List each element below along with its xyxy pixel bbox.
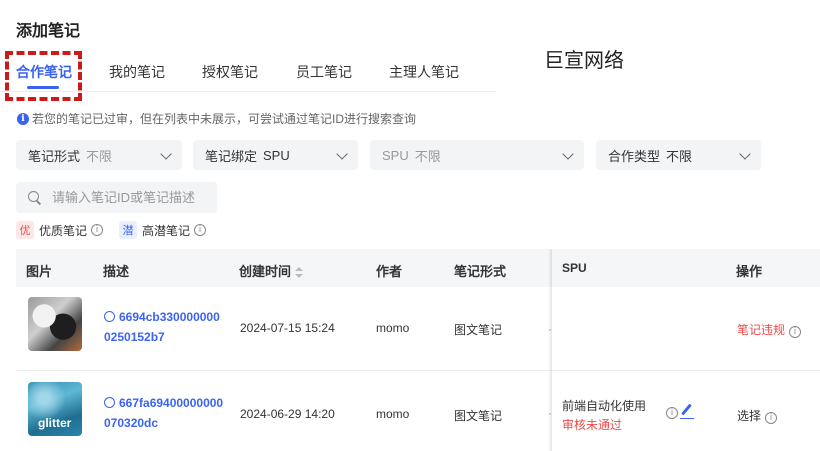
sort-icon[interactable] bbox=[295, 266, 304, 279]
filter-label: 笔记绑定 bbox=[205, 148, 258, 164]
chevron-down-icon bbox=[160, 148, 172, 160]
search-input[interactable] bbox=[52, 190, 212, 205]
notice-text: 若您的笔记已过审，但在列表中未展示，可尝试通过笔记ID进行搜索查询 bbox=[32, 112, 417, 126]
col-description: 描述 bbox=[103, 264, 130, 279]
highlight-box bbox=[5, 51, 82, 101]
search-icon bbox=[28, 190, 42, 205]
help-icon[interactable]: i bbox=[765, 412, 778, 424]
author: momo bbox=[376, 321, 410, 335]
note-id-line2: 070320dc bbox=[104, 416, 159, 430]
note-id-link[interactable]: 667fa69400000000 070320dc bbox=[104, 393, 234, 433]
filter-note-form[interactable]: 笔记形式 不限 bbox=[16, 140, 182, 170]
quality-label: 优质笔记 bbox=[39, 223, 88, 238]
filter-value: 不限 bbox=[414, 148, 441, 164]
filter-spu[interactable]: SPU 不限 bbox=[370, 140, 584, 170]
fixed-column-shadow bbox=[548, 249, 552, 451]
col-author: 作者 bbox=[376, 264, 403, 279]
truncated-cell: · bbox=[548, 322, 552, 336]
truncated-cell: · bbox=[548, 406, 552, 420]
tab-authorized-notes[interactable]: 授权笔记 bbox=[202, 62, 258, 82]
notice: i 若您的笔记已过审，但在列表中未展示，可尝试通过笔记ID进行搜索查询 bbox=[17, 110, 416, 127]
search-icon bbox=[104, 397, 115, 408]
note-thumbnail bbox=[28, 297, 82, 351]
col-action: 操作 bbox=[736, 264, 763, 279]
col-note-form: 笔记形式 bbox=[454, 264, 507, 279]
tab-employee-notes[interactable]: 员工笔记 bbox=[296, 62, 352, 82]
col-spu: SPU bbox=[562, 261, 587, 275]
help-icon[interactable]: i bbox=[91, 224, 104, 236]
select-button[interactable]: 选择 i bbox=[737, 407, 778, 424]
chevron-down-icon bbox=[739, 148, 751, 160]
note-form: 图文笔记 bbox=[454, 409, 503, 423]
chevron-down-icon bbox=[562, 148, 574, 160]
help-icon[interactable]: i bbox=[194, 224, 207, 236]
table-header: 图片 描述 创建时间 作者 笔记形式 SPU 操作 bbox=[16, 249, 820, 287]
filter-label: SPU bbox=[382, 147, 409, 163]
help-icon[interactable]: i bbox=[666, 407, 678, 419]
search-icon bbox=[104, 311, 115, 322]
filter-note-binding[interactable]: 笔记绑定 SPU bbox=[193, 140, 358, 170]
note-id-line1: 667fa69400000000 bbox=[119, 396, 224, 410]
note-thumbnail: glitter bbox=[28, 382, 82, 436]
filter-value: 不限 bbox=[86, 148, 113, 164]
page-title: 添加笔记 bbox=[16, 23, 81, 40]
created-time: 2024-06-29 14:20 bbox=[240, 407, 335, 421]
note-id-line2: 0250152b7 bbox=[104, 330, 165, 344]
filter-value: 不限 bbox=[666, 148, 693, 164]
table-row: 6694cb330000000 0250152b7 2024-07-15 15:… bbox=[16, 287, 820, 371]
help-icon[interactable]: i bbox=[789, 326, 802, 338]
violation-link[interactable]: 笔记违规 i bbox=[737, 321, 802, 338]
potential-badge: 潜 bbox=[119, 221, 138, 239]
filter-cooperation-type[interactable]: 合作类型 不限 bbox=[596, 140, 761, 170]
brand-text: 巨宣网络 bbox=[544, 50, 624, 72]
col-created-time[interactable]: 创建时间 bbox=[239, 261, 304, 280]
note-form: 图文笔记 bbox=[454, 323, 503, 337]
edit-icon[interactable] bbox=[680, 405, 694, 419]
tag-legend: 优 优质笔记 i 潜 高潜笔记 i bbox=[16, 221, 207, 239]
chevron-down-icon bbox=[336, 148, 348, 160]
table-row: glitter 667fa69400000000 070320dc 2024-0… bbox=[16, 371, 820, 451]
tab-my-notes[interactable]: 我的笔记 bbox=[109, 62, 165, 82]
thumbnail-text: glitter bbox=[38, 416, 72, 430]
action-label: 选择 bbox=[737, 409, 762, 423]
tab-host-notes[interactable]: 主理人笔记 bbox=[389, 62, 459, 82]
action-label: 笔记违规 bbox=[737, 323, 786, 337]
filter-value: SPU bbox=[263, 147, 290, 163]
created-time: 2024-07-15 15:24 bbox=[240, 321, 335, 335]
filter-label: 合作类型 bbox=[608, 148, 661, 164]
note-id-link[interactable]: 6694cb330000000 0250152b7 bbox=[104, 307, 234, 347]
info-icon: i bbox=[17, 112, 29, 125]
author: momo bbox=[376, 407, 410, 421]
note-id-line1: 6694cb330000000 bbox=[119, 310, 220, 324]
audit-status: 审核未通过 bbox=[562, 418, 623, 432]
col-image: 图片 bbox=[26, 264, 53, 279]
potential-label: 高潜笔记 bbox=[142, 223, 191, 238]
spu-name: 前端自动化使用 bbox=[562, 399, 647, 413]
quality-badge: 优 bbox=[16, 221, 34, 239]
filter-label: 笔记形式 bbox=[28, 148, 81, 164]
col-created-time-label: 创建时间 bbox=[239, 264, 292, 279]
search-box bbox=[16, 182, 217, 213]
